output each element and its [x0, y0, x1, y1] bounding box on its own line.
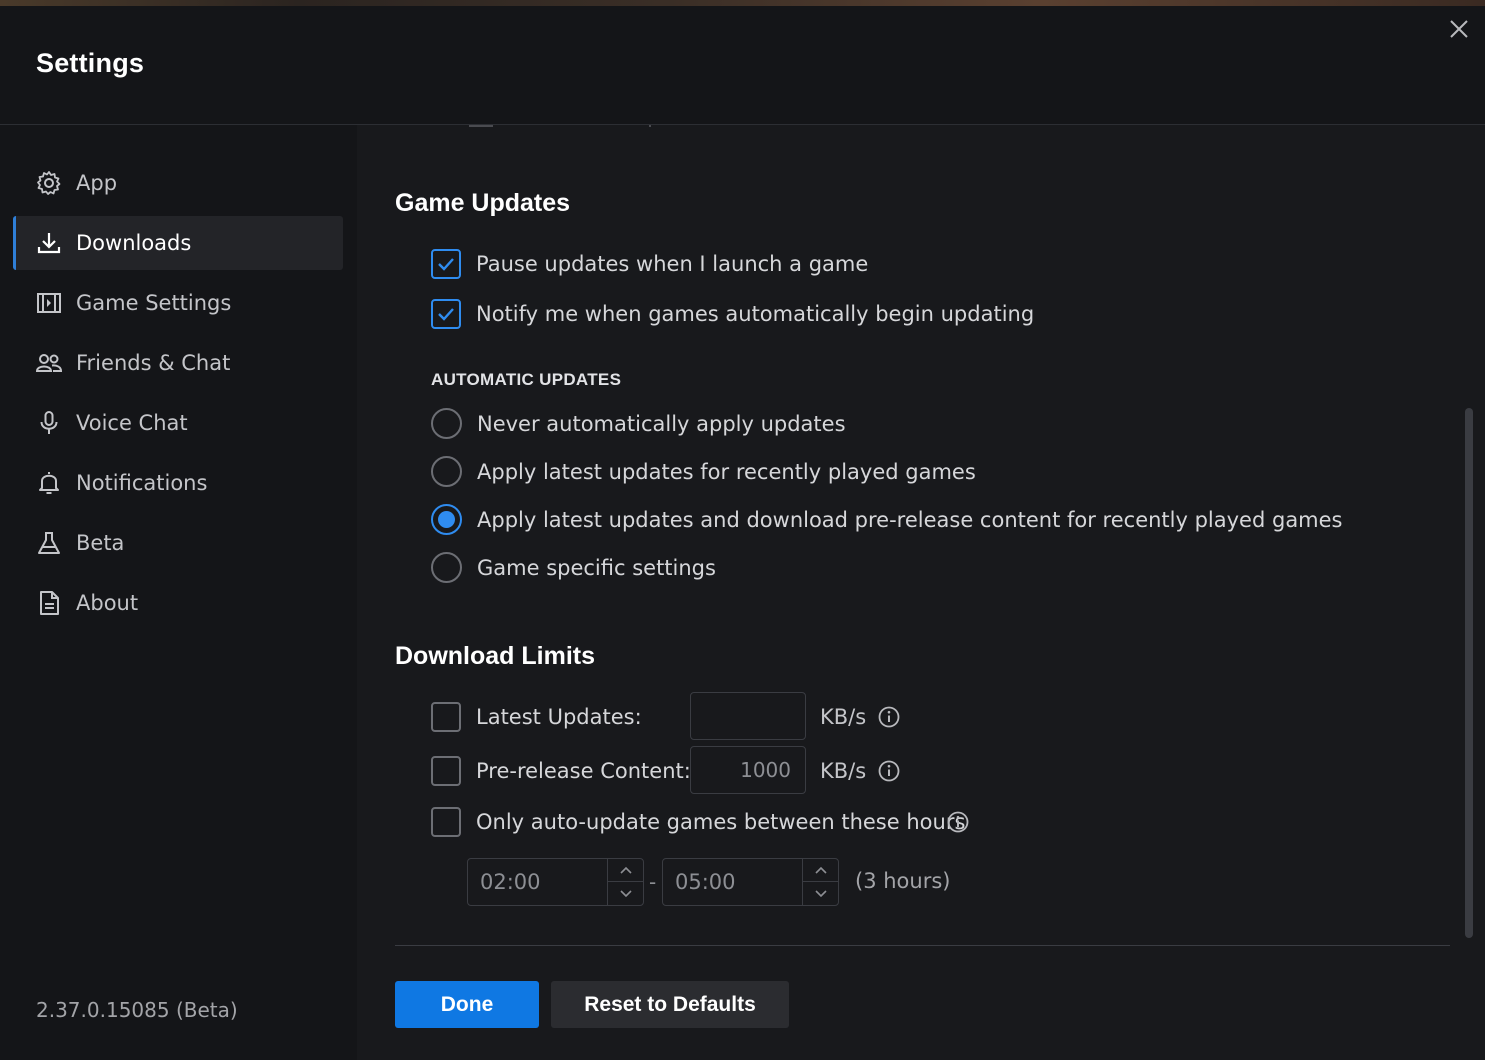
radio-label: Game specific settings [477, 555, 716, 580]
sidebar-item-label: Notifications [76, 471, 208, 495]
download-icon [35, 229, 63, 257]
checkbox[interactable] [431, 299, 461, 329]
bell-icon [35, 469, 63, 497]
sidebar-item-voice-chat[interactable]: Voice Chat [13, 396, 343, 450]
game-updates-title: Game Updates [395, 189, 571, 217]
sidebar-item-about[interactable]: About [13, 576, 343, 630]
sidebar-item-beta[interactable]: Beta [13, 516, 343, 570]
decrement-button[interactable] [803, 882, 838, 905]
content-scrollbar[interactable] [1465, 408, 1473, 938]
sidebar-item-label: Voice Chat [76, 411, 188, 435]
checkbox-label: Pause updates when I launch a game [476, 252, 869, 276]
chevron-down-icon [619, 889, 632, 897]
start-time-input[interactable] [468, 859, 608, 905]
end-time-stepper [802, 859, 838, 905]
checkbox-label: Only auto-update games between these hou… [476, 810, 966, 834]
increment-button[interactable] [803, 859, 838, 882]
chevron-down-icon [814, 889, 827, 897]
radio-button[interactable] [431, 456, 462, 487]
document-icon [35, 589, 63, 617]
info-icon[interactable] [878, 760, 900, 782]
checkbox[interactable] [431, 756, 461, 786]
sidebar-item-label: Friends & Chat [76, 351, 231, 375]
radio-game-specific[interactable]: Game specific settings [431, 552, 716, 583]
checkbox-label: Pre-release Content: [476, 759, 691, 783]
sidebar-item-label: App [76, 171, 118, 195]
checkmark-icon [438, 258, 454, 271]
sidebar-item-app[interactable]: App [13, 156, 343, 210]
settings-header: Settings [0, 6, 1485, 125]
chevron-up-icon [619, 866, 632, 874]
sidebar-item-label: About [76, 591, 139, 615]
radio-never-update[interactable]: Never automatically apply updates [431, 408, 846, 439]
microphone-icon [35, 409, 63, 437]
download-limits-title: Download Limits [395, 642, 595, 670]
sidebar-item-game-settings[interactable]: Game Settings [13, 276, 343, 330]
radio-label: Apply latest updates for recently played… [477, 459, 976, 484]
end-time-picker [662, 858, 839, 906]
radio-recently-played[interactable]: Apply latest updates for recently played… [431, 456, 976, 487]
auto-update-hours-checkbox[interactable]: Only auto-update games between these hou… [431, 807, 965, 837]
latest-updates-unit: KB/s [820, 705, 867, 729]
done-button[interactable]: Done [395, 981, 539, 1028]
gear-icon [35, 169, 63, 197]
sidebar-item-label: Game Settings [76, 291, 232, 315]
info-icon[interactable] [878, 706, 900, 728]
sidebar-item-friends-chat[interactable]: Friends & Chat [13, 336, 343, 390]
notify-updates-checkbox[interactable]: Notify me when games automatically begin… [431, 299, 1034, 329]
latest-updates-limit-checkbox[interactable]: Latest Updates: [431, 702, 642, 732]
info-icon[interactable] [947, 811, 969, 833]
page-title: Settings [36, 48, 145, 78]
checkbox[interactable] [431, 702, 461, 732]
radio-label: Apply latest updates and download pre-re… [477, 507, 1343, 532]
close-icon[interactable] [1448, 18, 1470, 40]
checkbox-label: Notify me when games automatically begin… [476, 302, 1035, 326]
footer-divider [395, 945, 1450, 946]
pause-updates-checkbox[interactable]: Pause updates when I launch a game [431, 249, 868, 279]
prerelease-limit-input[interactable] [690, 746, 806, 794]
sidebar-item-notifications[interactable]: Notifications [13, 456, 343, 510]
scrolled-content-edge [649, 125, 651, 127]
radio-button[interactable] [431, 552, 462, 583]
reset-to-defaults-button[interactable]: Reset to Defaults [551, 981, 789, 1028]
decrement-button[interactable] [608, 882, 643, 905]
prerelease-unit: KB/s [820, 759, 867, 783]
game-settings-icon [35, 289, 63, 317]
app-version: 2.37.0.15085 (Beta) [36, 998, 238, 1022]
prerelease-limit-checkbox[interactable]: Pre-release Content: [431, 756, 691, 786]
hours-duration: (3 hours) [855, 869, 951, 893]
sidebar-item-label: Beta [76, 531, 125, 555]
increment-button[interactable] [608, 859, 643, 882]
settings-content: Game Updates Pause updates when I launch… [357, 125, 1485, 1060]
sidebar-item-label: Downloads [76, 231, 192, 255]
latest-updates-limit-input[interactable] [690, 692, 806, 740]
sidebar: App Downloads Game Settings Friends & Ch… [0, 125, 357, 1060]
start-time-stepper [607, 859, 643, 905]
flask-icon [35, 529, 63, 557]
checkbox[interactable] [431, 807, 461, 837]
radio-selected-dot [438, 511, 455, 528]
friends-icon [35, 349, 63, 377]
end-time-input[interactable] [663, 859, 803, 905]
radio-button[interactable] [431, 408, 462, 439]
checkbox[interactable] [431, 249, 461, 279]
checkmark-icon [438, 308, 454, 321]
radio-prerelease[interactable]: Apply latest updates and download pre-re… [431, 504, 1343, 535]
start-time-picker [467, 858, 644, 906]
radio-label: Never automatically apply updates [477, 411, 846, 436]
chevron-up-icon [814, 866, 827, 874]
radio-button[interactable] [431, 504, 462, 535]
sidebar-item-downloads[interactable]: Downloads [13, 216, 343, 270]
checkbox-label: Latest Updates: [476, 705, 642, 729]
automatic-updates-heading: AUTOMATIC UPDATES [431, 370, 622, 389]
time-range-separator: - [649, 870, 657, 894]
scrolled-content-edge [469, 125, 493, 127]
